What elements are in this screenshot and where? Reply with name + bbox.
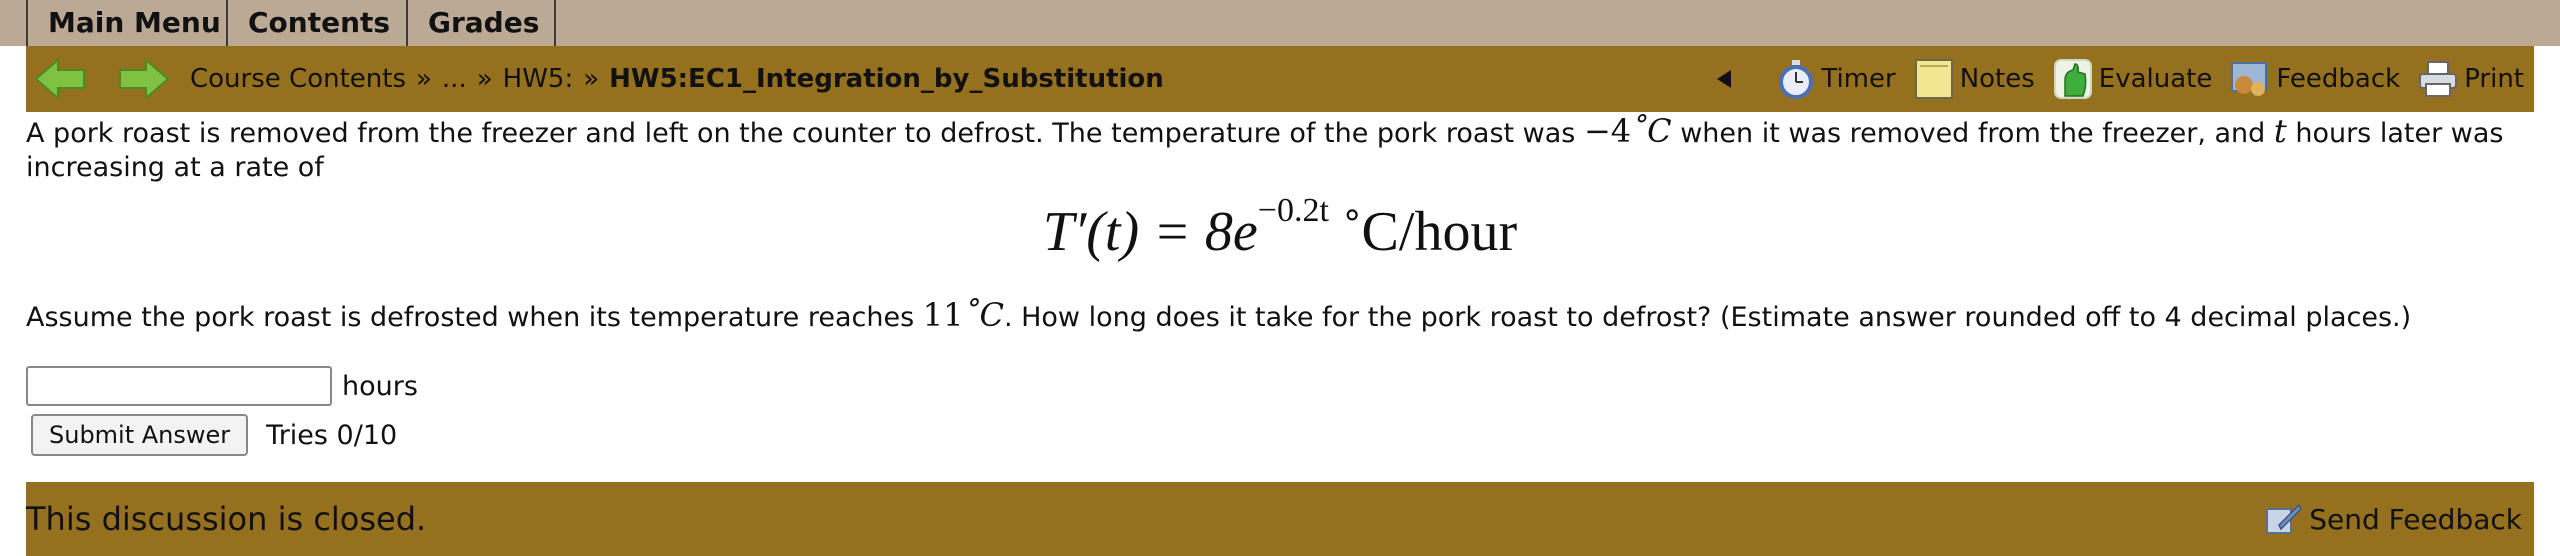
evaluate-label: Evaluate xyxy=(2098,64,2213,94)
formula-exponent: −0.2t xyxy=(1257,192,1329,229)
back-arrow-icon[interactable] xyxy=(34,57,86,101)
breadcrumb-hw5[interactable]: HW5: xyxy=(503,64,574,94)
print-label: Print xyxy=(2464,64,2524,94)
discussion-status: This discussion is closed. xyxy=(26,500,427,538)
variable-t: t xyxy=(2273,112,2287,150)
notes-button[interactable]: Notes xyxy=(1914,58,2035,100)
timer-button[interactable]: Timer xyxy=(1777,59,1896,99)
question-a: Assume the pork roast is defrosted when … xyxy=(26,302,923,333)
stopwatch-icon xyxy=(1779,60,1814,99)
problem-intro-b: when it was removed from the freezer, an… xyxy=(1671,118,2274,149)
formula-unit: ˚C/hour xyxy=(1328,201,1518,263)
discussion-bar: This discussion is closed. Send Feedback xyxy=(26,482,2534,556)
breadcrumb-ellipsis[interactable]: ... xyxy=(442,64,467,94)
send-feedback-button[interactable]: Send Feedback xyxy=(2263,482,2522,556)
notes-label: Notes xyxy=(1959,64,2035,94)
breadcrumb-separator: » xyxy=(476,64,493,94)
answer-row: hours xyxy=(26,366,418,406)
problem-question: Assume the pork roast is defrosted when … xyxy=(26,296,2411,334)
evaluate-button[interactable]: Evaluate xyxy=(2053,58,2213,100)
tab-contents[interactable]: Contents xyxy=(228,0,408,46)
feedback-button[interactable]: Feedback xyxy=(2230,59,2400,99)
breadcrumb-separator: » xyxy=(416,64,432,94)
send-feedback-icon xyxy=(2266,503,2303,534)
question-b: . How long does it take for the pork roa… xyxy=(1003,302,2412,333)
tries-counter: Tries 0/10 xyxy=(266,419,398,451)
notes-icon xyxy=(1914,59,1953,99)
collapse-left-icon[interactable] xyxy=(1717,70,1732,88)
submit-row: Submit Answer Tries 0/10 xyxy=(31,414,397,456)
formula-lhs: T′(t) = 8e xyxy=(1042,201,1258,263)
answer-input[interactable] xyxy=(26,366,332,406)
printer-icon xyxy=(2419,61,2458,97)
initial-temperature: −4 xyxy=(1583,112,1632,150)
toolbar: Timer Notes Evaluate Feedback Print xyxy=(1717,46,2524,112)
answer-unit: hours xyxy=(342,370,418,402)
main-menu-bar: Main Menu Contents Grades xyxy=(0,0,2560,46)
navigation-bar: Course Contents »... » HW5: » HW5:EC1_Integra… xyxy=(26,46,2534,112)
degree-unit: ˚C xyxy=(1631,112,1672,150)
breadcrumb-course-contents[interactable]: Course Contents xyxy=(190,64,406,94)
timer-label: Timer xyxy=(1821,64,1896,94)
problem-statement: A pork roast is removed from the freezer… xyxy=(26,114,2526,185)
target-temperature: 11 xyxy=(922,296,964,334)
problem-intro-a: A pork roast is removed from the freezer… xyxy=(26,118,1584,149)
submit-answer-button[interactable]: Submit Answer xyxy=(31,414,249,456)
send-feedback-label: Send Feedback xyxy=(2309,502,2522,536)
rate-formula: T′(t) = 8e−0.2t ˚C/hour xyxy=(0,192,2560,264)
evaluate-icon xyxy=(2053,59,2092,99)
feedback-icon xyxy=(2231,62,2268,96)
print-button[interactable]: Print xyxy=(2418,60,2524,98)
forward-arrow-icon[interactable] xyxy=(118,57,170,101)
breadcrumb-separator: » xyxy=(583,64,600,94)
tab-main-menu[interactable]: Main Menu xyxy=(26,0,228,46)
target-unit: ˚C xyxy=(963,296,1004,334)
breadcrumb-current-problem: HW5:EC1_Integration_by_Substitution xyxy=(609,64,1164,94)
breadcrumb: Course Contents »... » HW5: » HW5:EC1_Integra… xyxy=(190,46,1164,112)
tab-grades[interactable]: Grades xyxy=(408,0,556,46)
feedback-label: Feedback xyxy=(2276,64,2401,94)
